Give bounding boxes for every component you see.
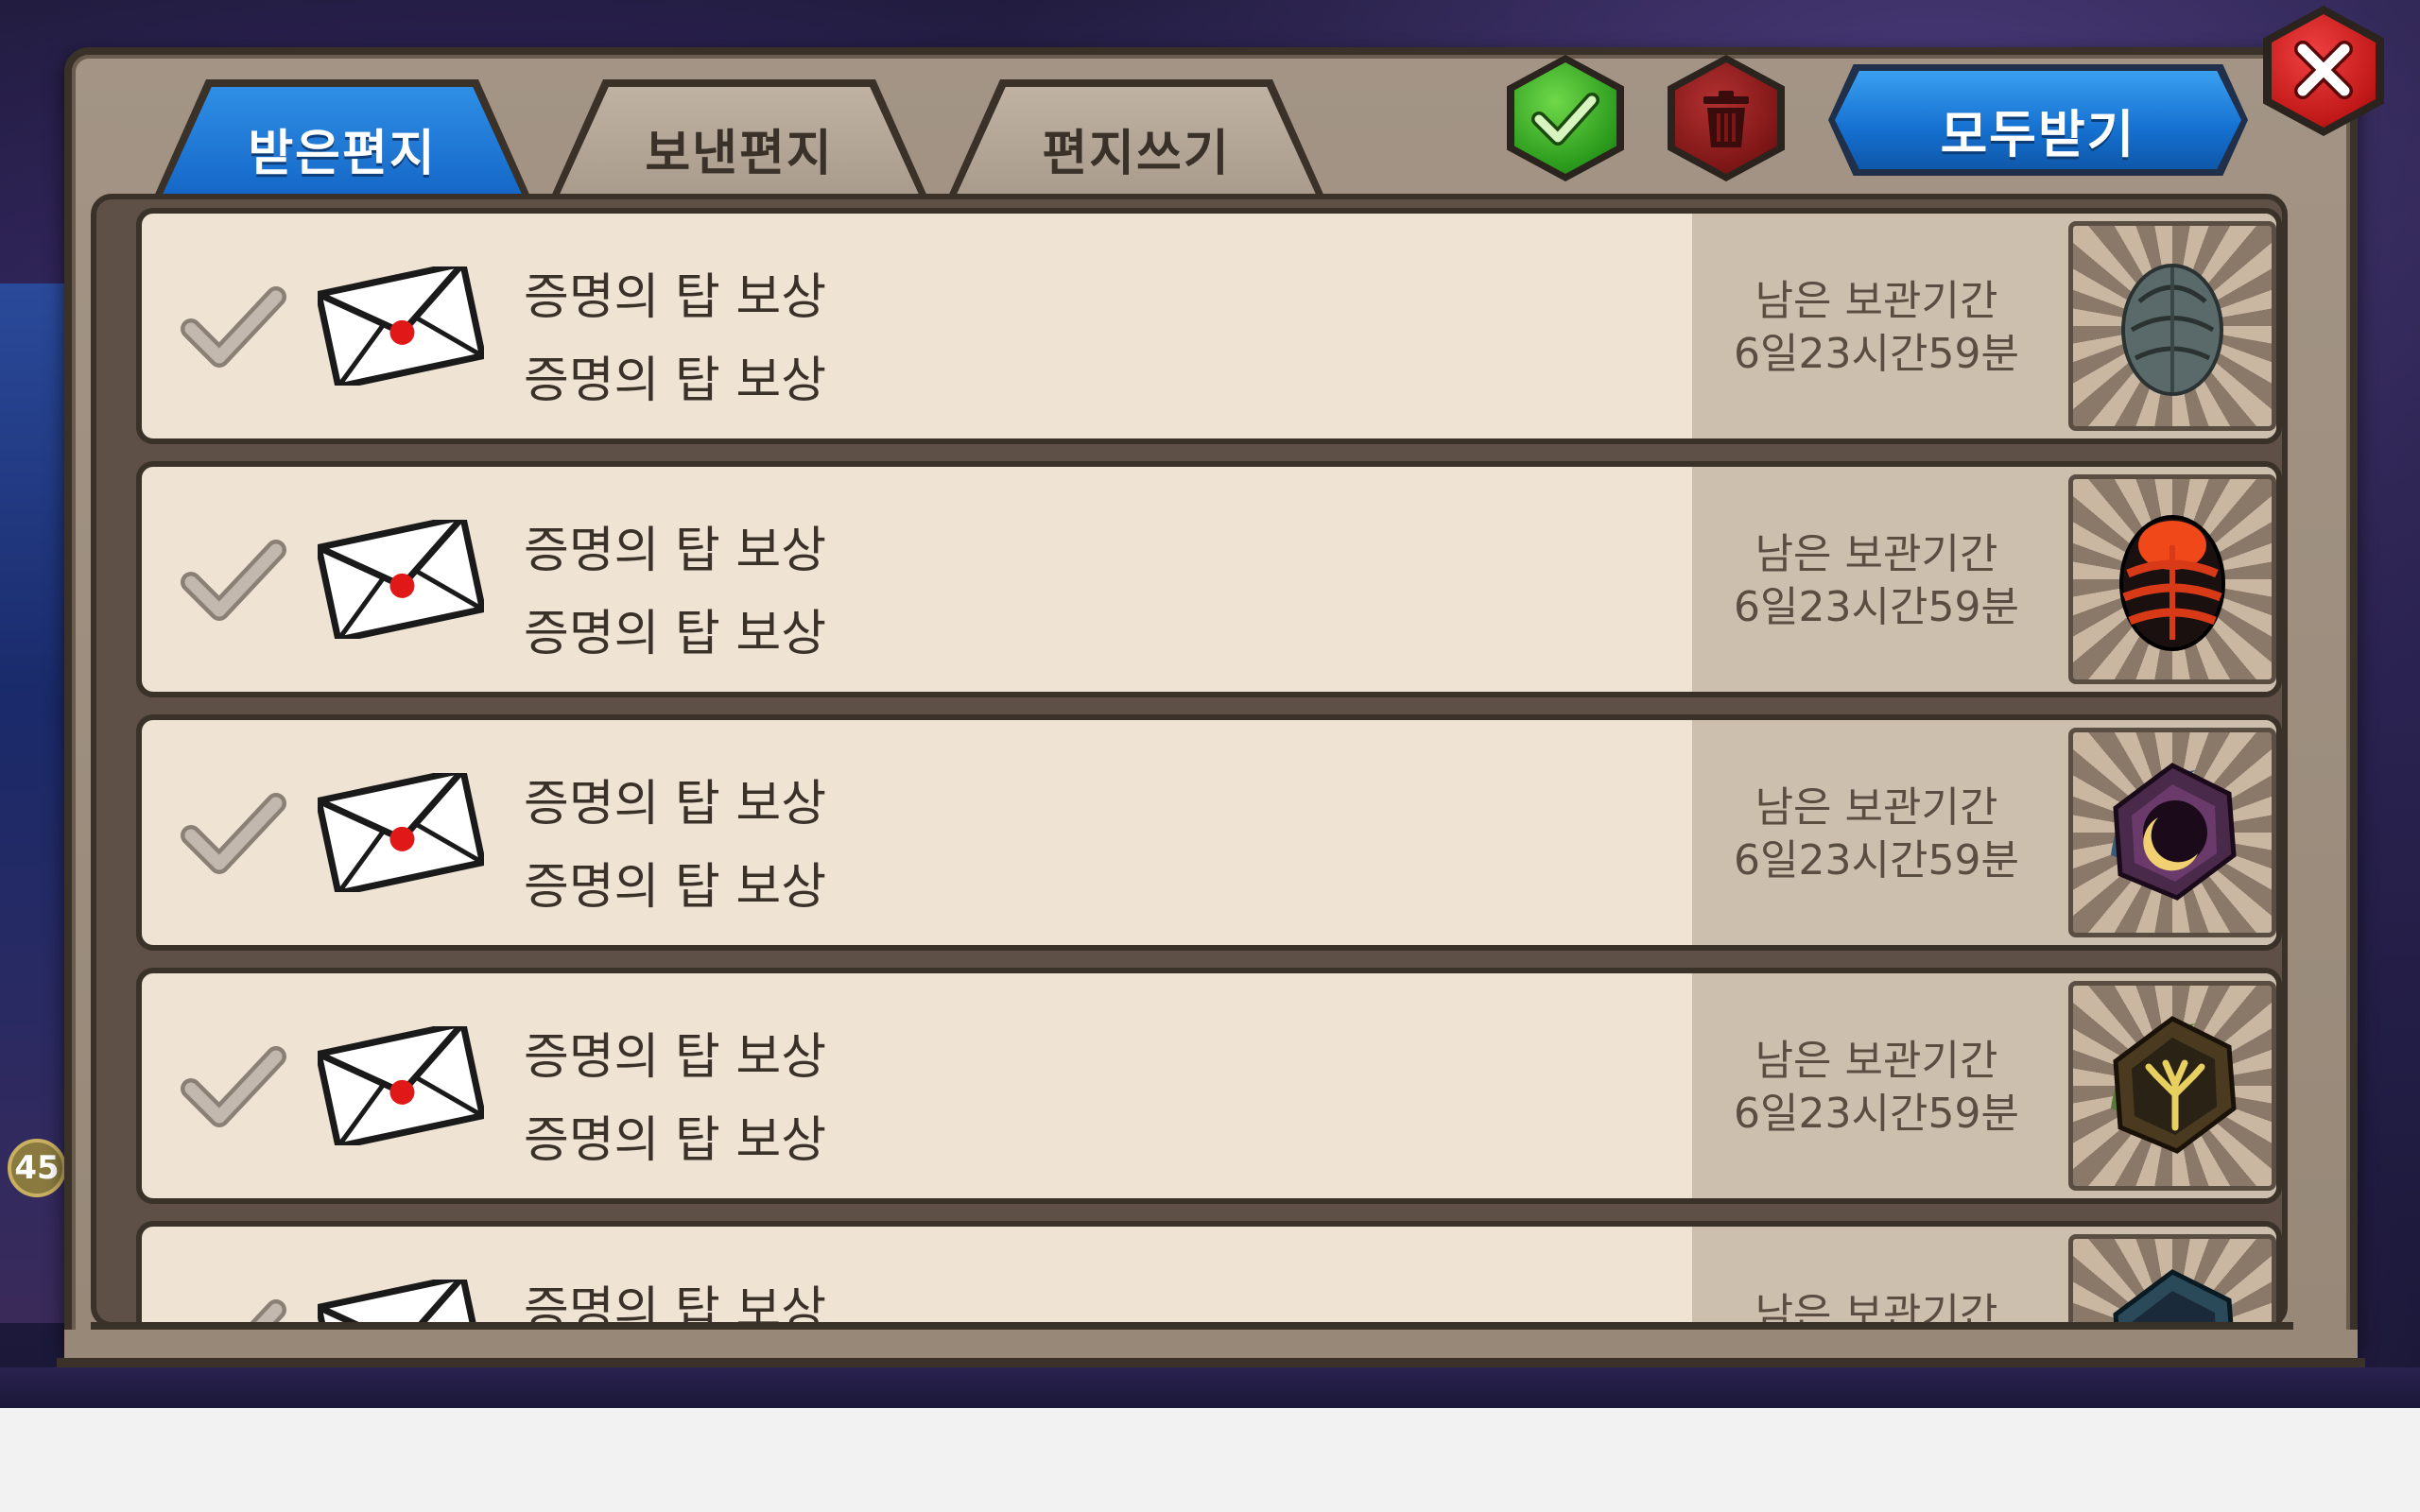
mail-subtitle: 증명의 탑 보상 — [524, 606, 827, 662]
tab-sent-mail[interactable]: 보낸편지 — [550, 79, 928, 198]
tab-label: 편지쓰기 — [1042, 126, 1231, 182]
reward-item-slot[interactable] — [2068, 221, 2276, 431]
check-icon — [1531, 93, 1599, 146]
remaining-label: 남은 보관기간 — [1754, 277, 1998, 325]
select-check-icon[interactable] — [178, 1293, 289, 1387]
mail-title: 증명의 탑 보상 — [524, 776, 827, 833]
mail-row[interactable]: 증명의 탑 보상 증명의 탑 보상 남은 보관기간 6일23시간59분 — [136, 461, 2282, 697]
moon-rune-icon — [2111, 763, 2237, 901]
reward-item-slot[interactable] — [2068, 728, 2276, 937]
delete-button[interactable] — [1668, 55, 1785, 181]
envelope-icon — [318, 266, 484, 386]
tab-label: 보낸편지 — [645, 126, 834, 182]
bottom-bar — [0, 1408, 2420, 1512]
remaining-time: 6일23시간59분 — [1734, 836, 2019, 885]
remaining-time: 6일23시간59분 — [1734, 1090, 2019, 1138]
reward-item-slot[interactable] — [2068, 981, 2276, 1191]
envelope-icon — [318, 773, 484, 892]
mail-subtitle: 증명의 탑 보상 — [524, 1112, 827, 1169]
envelope-icon — [318, 520, 484, 639]
envelope-icon — [318, 1026, 484, 1145]
tab-received-mail[interactable]: 받은편지 — [153, 79, 531, 198]
select-check-icon[interactable] — [178, 280, 289, 374]
envelope-icon — [318, 1280, 484, 1399]
mail-title: 증명의 탑 보상 — [524, 1282, 827, 1339]
reward-item-slot[interactable] — [2068, 474, 2276, 684]
remaining-label: 남은 보관기간 — [1754, 1290, 1998, 1338]
select-check-icon[interactable] — [178, 1040, 289, 1134]
mail-row[interactable]: 증명의 탑 보상 증명의 탑 보상 남은 보관기간 6일23시간59분 — [136, 714, 2282, 951]
mail-subtitle: 증명의 탑 보상 — [524, 859, 827, 916]
mail-row[interactable]: 증명의 탑 보상 증명의 탑 보상 남은 보관기간 6일23시간59분 — [136, 208, 2282, 444]
mail-title: 증명의 탑 보상 — [524, 1029, 827, 1086]
receive-all-label: 모두받기 — [1940, 105, 2136, 164]
mail-subtitle: 증명의 탑 보상 — [524, 352, 827, 409]
gray-egg-icon — [2121, 264, 2223, 396]
close-button[interactable] — [2263, 6, 2384, 136]
tree-rune-icon — [2111, 1016, 2237, 1154]
background-level-badge: 45 — [8, 1139, 66, 1197]
remaining-label: 남은 보관기간 — [1754, 783, 1998, 832]
select-check-icon[interactable] — [178, 786, 289, 881]
mail-title: 증명의 탑 보상 — [524, 523, 827, 579]
remaining-label: 남은 보관기간 — [1754, 1037, 1998, 1085]
tab-label: 받은편지 — [248, 126, 437, 182]
tab-write-mail[interactable]: 편지쓰기 — [947, 79, 1325, 198]
red-egg-icon — [2119, 515, 2225, 651]
receive-all-button[interactable]: 모두받기 — [1828, 64, 2248, 176]
close-icon — [2294, 41, 2353, 99]
water-rune-icon — [2113, 1269, 2237, 1407]
remaining-time: 6일23시간59분 — [1734, 583, 2019, 631]
remaining-time: 6일23시간59분 — [1734, 330, 2019, 378]
mail-row[interactable]: 증명의 탑 보상 증명의 탑 보상 남은 보관기간 6일23시간59분 — [136, 968, 2282, 1204]
remaining-label: 남은 보관기간 — [1754, 530, 1998, 578]
confirm-button[interactable] — [1507, 55, 1624, 181]
mail-title: 증명의 탑 보상 — [524, 269, 827, 326]
trash-icon — [1703, 91, 1749, 147]
select-check-icon[interactable] — [178, 533, 289, 627]
